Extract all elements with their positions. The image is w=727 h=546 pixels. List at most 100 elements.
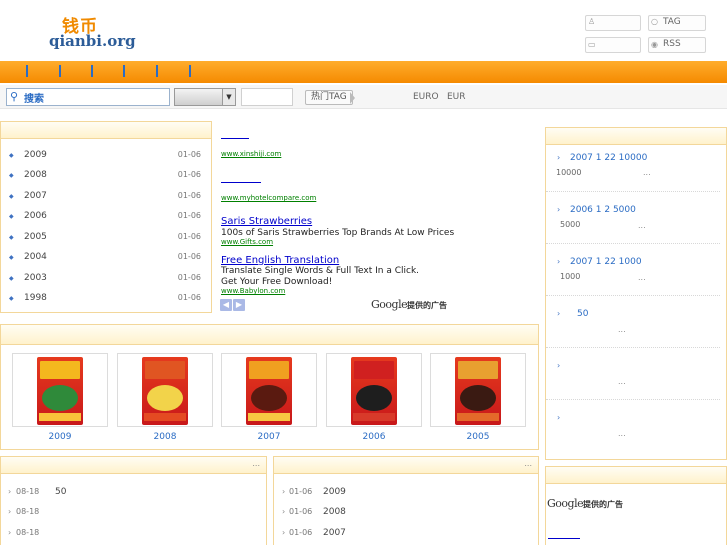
list-item[interactable]: ◆ 2009 01-06 [1, 149, 211, 169]
year-label[interactable]: 2005 [24, 232, 47, 242]
gallery-card-2008[interactable] [117, 353, 213, 427]
list-item[interactable]: › 08-18 [0, 528, 260, 546]
news-more[interactable]: ... [618, 325, 626, 334]
arrow-icon: › [8, 528, 12, 537]
panel-header [546, 128, 726, 145]
red-envelope-image[interactable] [37, 357, 83, 425]
year-date: 01-06 [177, 170, 201, 179]
currency-link-euro[interactable]: EURO [413, 92, 439, 102]
list-item[interactable]: › 01-06 2008 [273, 507, 533, 525]
search-icon[interactable]: ⚲ [10, 90, 18, 103]
secondary-input[interactable] [241, 88, 293, 106]
year-label[interactable]: 2009 [24, 150, 47, 160]
year-label[interactable]: 1998 [24, 293, 47, 303]
news-more[interactable]: ... [643, 168, 651, 177]
red-envelope-image[interactable] [455, 357, 501, 425]
news-item-summary: 5000 [560, 220, 581, 229]
bullet-icon: ◆ [9, 152, 14, 159]
list-item[interactable]: › 08-18 [0, 507, 260, 525]
gallery-card-2006[interactable] [326, 353, 422, 427]
news-item-title[interactable]: 2007 1 22 1000 [570, 257, 642, 267]
gallery-label[interactable]: 2005 [430, 432, 526, 442]
year-label[interactable]: 2007 [24, 191, 47, 201]
more-link[interactable]: ... [252, 459, 260, 468]
ad-title-link[interactable]: Saris Strawberries [221, 216, 312, 227]
panel-header [1, 325, 538, 345]
news-item-title[interactable]: 50 [577, 309, 588, 319]
hot-tag-button[interactable]: 热门TAG [305, 90, 353, 105]
nav-item-5[interactable] [156, 65, 158, 77]
bullet-icon: ◆ [9, 234, 14, 241]
list-item[interactable]: ◆ 2004 01-06 [1, 251, 211, 271]
item-title[interactable]: 2009 [323, 487, 346, 497]
ad-prev-button[interactable]: ◀ [220, 299, 232, 311]
google-ads-caption: 提供的广告 [583, 500, 623, 509]
news-item-title[interactable]: 2007 1 22 10000 [570, 153, 647, 163]
list-item[interactable]: ◆ 1998 01-06 [1, 292, 211, 312]
list-item[interactable]: › 01-06 2007 [273, 528, 533, 546]
gallery-label[interactable]: 2006 [326, 432, 422, 442]
item-date: 01-06 [289, 507, 313, 516]
ad-title-link[interactable]: Free English Translation [221, 255, 339, 266]
nav-item-6[interactable] [189, 65, 191, 77]
list-item[interactable]: ◆ 2006 01-06 [1, 210, 211, 230]
ad-url-link[interactable]: www.myhotelcompare.com [221, 194, 316, 202]
year-label[interactable]: 2008 [24, 170, 47, 180]
item-date: 08-18 [16, 487, 40, 496]
red-envelope-image[interactable] [246, 357, 292, 425]
news-more[interactable]: ... [638, 273, 646, 282]
year-label[interactable]: 2003 [24, 273, 47, 283]
bullet-icon: ◆ [9, 172, 14, 179]
ad-title-link[interactable] [221, 182, 261, 183]
item-title[interactable]: 50 [55, 487, 66, 497]
arrow-icon: › [557, 153, 561, 162]
more-link[interactable]: ... [524, 459, 532, 468]
list-item[interactable]: › 08-18 50 [0, 487, 260, 505]
ad-next-button[interactable]: ▶ [233, 299, 245, 311]
list-item[interactable]: ◆ 2005 01-06 [1, 231, 211, 251]
ad-url-link[interactable]: www.Babylon.com [221, 287, 285, 295]
list-item[interactable]: ◆ 2008 01-06 [1, 169, 211, 189]
news-more[interactable]: ... [638, 221, 646, 230]
google-ads-logo[interactable]: Google [371, 298, 408, 311]
ad-title-link[interactable] [548, 538, 580, 539]
news-more[interactable]: ... [618, 377, 626, 386]
rss-link[interactable]: RSS [663, 39, 681, 49]
year-label[interactable]: 2006 [24, 211, 47, 221]
year-label[interactable]: 2004 [24, 252, 47, 262]
google-ads-logo[interactable]: Google [547, 497, 584, 510]
bullet-icon: ◆ [9, 213, 14, 220]
search-button[interactable]: 搜索 [24, 90, 44, 105]
item-title[interactable]: 2008 [323, 507, 346, 517]
nav-item-3[interactable] [91, 65, 93, 77]
news-more[interactable]: ... [618, 429, 626, 438]
nav-item-1[interactable] [26, 65, 28, 77]
ad-url-link[interactable]: www.Gifts.com [221, 238, 273, 246]
tag-link[interactable]: TAG [663, 17, 681, 27]
list-item[interactable]: ◆ 2003 01-06 [1, 272, 211, 292]
news-item-title[interactable]: 2006 1 2 5000 [570, 205, 636, 215]
currency-link-eur[interactable]: EUR [447, 92, 466, 102]
ad-title-link[interactable] [221, 138, 249, 139]
gallery-card-2007[interactable] [221, 353, 317, 427]
logo-english[interactable]: qianbi.org [49, 32, 136, 50]
red-envelope-image[interactable] [142, 357, 188, 425]
gallery-label[interactable]: 2008 [117, 432, 213, 442]
gallery-card-2005[interactable] [430, 353, 526, 427]
gallery-card-2009[interactable] [12, 353, 108, 427]
gallery-label[interactable]: 2007 [221, 432, 317, 442]
nav-item-4[interactable] [123, 65, 125, 77]
arrow-icon: › [282, 487, 286, 496]
arrow-icon: › [557, 257, 561, 266]
item-title[interactable]: 2007 [323, 528, 346, 538]
year-date: 01-06 [177, 232, 201, 241]
bullet-icon: ◆ [9, 295, 14, 302]
nav-item-2[interactable] [59, 65, 61, 77]
red-envelope-image[interactable] [351, 357, 397, 425]
list-item[interactable]: › 01-06 2009 [273, 487, 533, 505]
gallery-label[interactable]: 2009 [12, 432, 108, 442]
mail-icon: ▭ [588, 40, 596, 49]
ad-url-link[interactable]: www.xinshiji.com [221, 150, 281, 158]
list-item[interactable]: ◆ 2007 01-06 [1, 190, 211, 210]
chevron-down-icon[interactable]: ▼ [222, 89, 235, 105]
